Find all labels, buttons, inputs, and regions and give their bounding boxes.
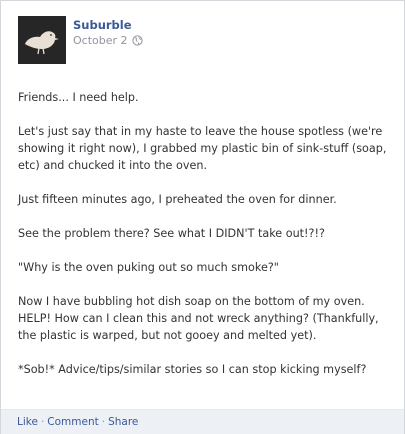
post-body: Friends... I need help. Let's just say th… bbox=[18, 89, 398, 395]
separator: · bbox=[101, 416, 106, 428]
post-text-line: the plastic is warped, but not gooey and… bbox=[18, 329, 317, 342]
post-paragraph: Friends... I need help. bbox=[18, 89, 398, 106]
post-paragraph: See the problem there? See what I DIDN'T… bbox=[18, 225, 398, 242]
post-text-line: HELP! How can I clean this and not wreck… bbox=[18, 312, 379, 325]
comment-link[interactable]: Comment bbox=[47, 416, 98, 428]
post-text-line: Friends... I need help. bbox=[18, 91, 139, 104]
post-text-line: Let's just say that in my haste to leave… bbox=[18, 125, 383, 138]
share-link[interactable]: Share bbox=[108, 416, 138, 428]
post-paragraph: Let's just say that in my haste to leave… bbox=[18, 123, 398, 174]
post-paragraph: "Why is the oven puking out so much smok… bbox=[18, 259, 398, 276]
post-text-line: Now I have bubbling hot dish soap on the… bbox=[18, 295, 365, 308]
post-paragraph: Just fifteen minutes ago, I preheated th… bbox=[18, 191, 398, 208]
post-actions-bar: Like · Comment · Share bbox=[1, 409, 404, 434]
post-paragraph: Now I have bubbling hot dish soap on the… bbox=[18, 293, 398, 344]
post-text-line: Just fifteen minutes ago, I preheated th… bbox=[18, 193, 337, 206]
post-date[interactable]: October 2 bbox=[73, 34, 128, 47]
author-name[interactable]: Suburble bbox=[73, 18, 132, 32]
post-meta: October 2 bbox=[73, 34, 143, 49]
bird-icon bbox=[25, 31, 59, 55]
post-text-line: *Sob!* Advice/tips/similar stories so I … bbox=[18, 363, 367, 376]
separator: · bbox=[40, 416, 45, 428]
post-text-line: etc) and chucked it into the oven. bbox=[18, 159, 207, 172]
post-text-line: "Why is the oven puking out so much smok… bbox=[18, 261, 279, 274]
avatar[interactable] bbox=[18, 16, 66, 64]
like-link[interactable]: Like bbox=[17, 416, 38, 428]
post-card: Suburble October 2 Friends... I need hel… bbox=[0, 0, 405, 434]
globe-icon bbox=[131, 35, 143, 49]
post-paragraph: *Sob!* Advice/tips/similar stories so I … bbox=[18, 361, 398, 378]
post-text-line: showing it right now), I grabbed my plas… bbox=[18, 142, 387, 155]
post-text-line: See the problem there? See what I DIDN'T… bbox=[18, 227, 325, 240]
